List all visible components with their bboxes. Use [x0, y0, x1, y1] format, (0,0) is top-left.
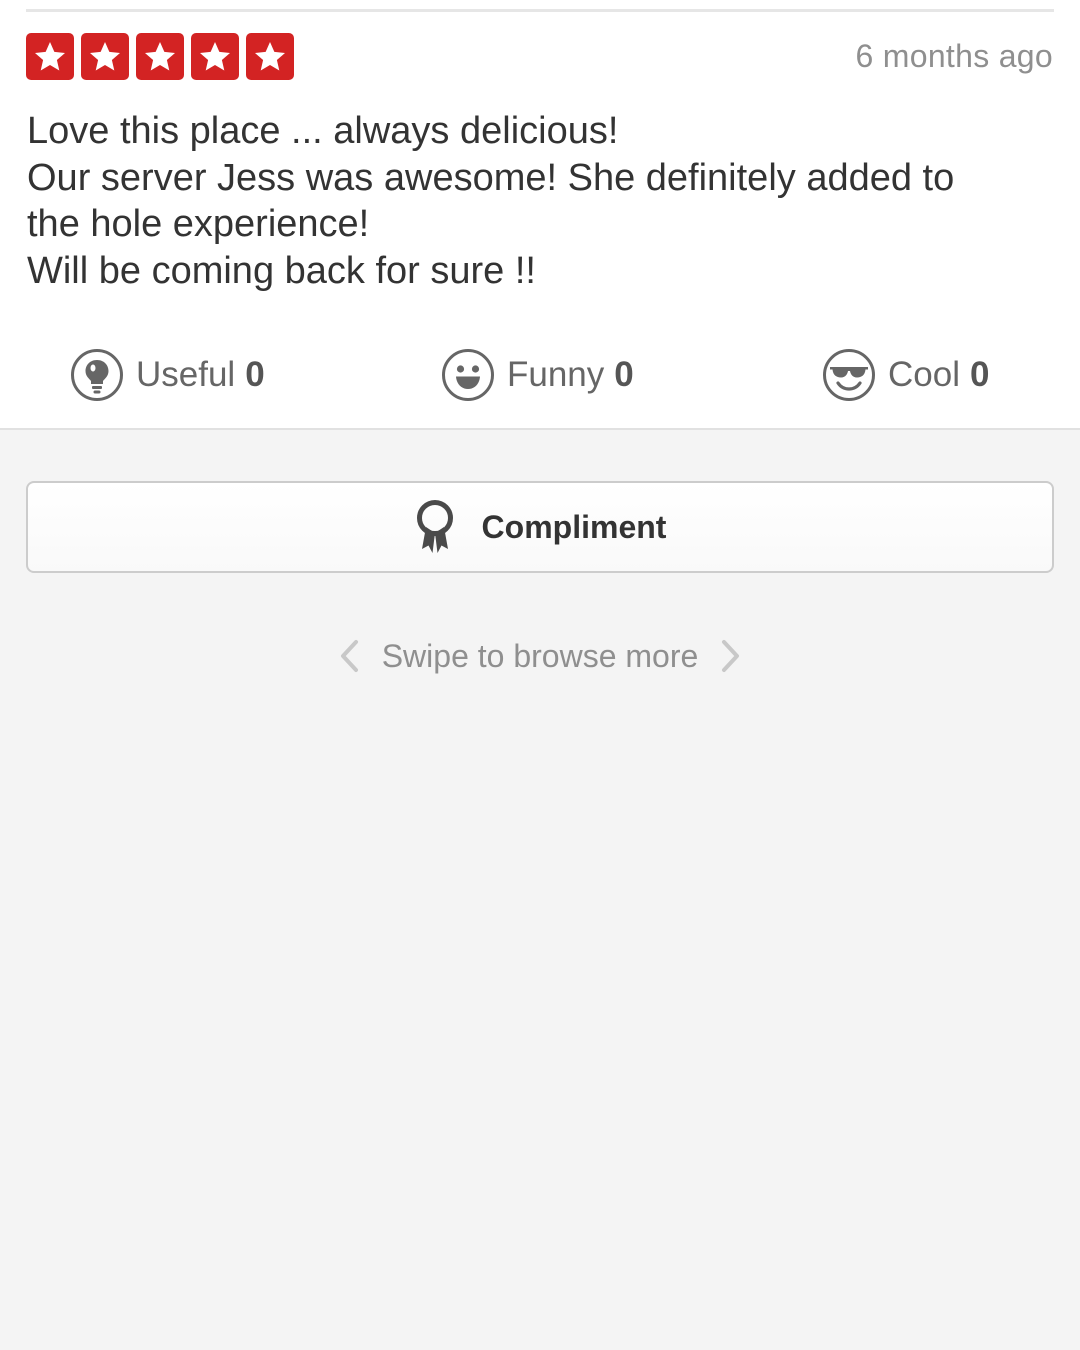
- funny-count: 0: [614, 355, 634, 394]
- star-icon: [246, 33, 294, 80]
- review-text-line: the hole experience!: [27, 203, 370, 245]
- cool-button[interactable]: Cool 0: [822, 346, 989, 404]
- funny-button[interactable]: Funny 0: [441, 346, 634, 404]
- review-text-line: Our server Jess was awesome! She definit…: [27, 156, 955, 199]
- chevron-right-icon[interactable]: [718, 638, 742, 674]
- smiley-icon: [442, 349, 494, 401]
- funny-label: Funny: [507, 355, 605, 394]
- divider: [26, 9, 1054, 12]
- star-rating: [26, 33, 294, 80]
- sunglasses-icon: [823, 349, 875, 401]
- useful-button[interactable]: Useful 0: [70, 346, 265, 404]
- star-icon: [26, 33, 74, 80]
- cool-count: 0: [969, 355, 990, 394]
- ribbon-award-icon: [416, 500, 453, 553]
- compliment-label: Compliment: [481, 508, 667, 545]
- review-timestamp: 6 months ago: [855, 38, 1053, 74]
- useful-count: 0: [245, 355, 265, 394]
- compliment-button[interactable]: Compliment: [26, 481, 1054, 573]
- star-icon: [81, 33, 129, 80]
- swipe-hint: Swipe to browse more: [0, 632, 1080, 680]
- lightbulb-icon: [71, 349, 123, 401]
- star-icon: [191, 33, 239, 80]
- swipe-hint-label: Swipe to browse more: [381, 637, 699, 674]
- chevron-left-icon[interactable]: [338, 638, 362, 674]
- cool-label: Cool: [888, 355, 960, 394]
- useful-label: Useful: [136, 355, 236, 394]
- review-text-line: Will be coming back for sure !!: [27, 249, 536, 292]
- reaction-bar: Useful 0 Funny 0 Cool 0: [0, 346, 1080, 404]
- star-icon: [136, 33, 184, 80]
- review-text: Love this place ... always delicious! Ou…: [27, 108, 1037, 294]
- review-card: 6 months ago Love this place ... always …: [0, 0, 1080, 430]
- review-text-line: Love this place ... always delicious!: [27, 110, 619, 152]
